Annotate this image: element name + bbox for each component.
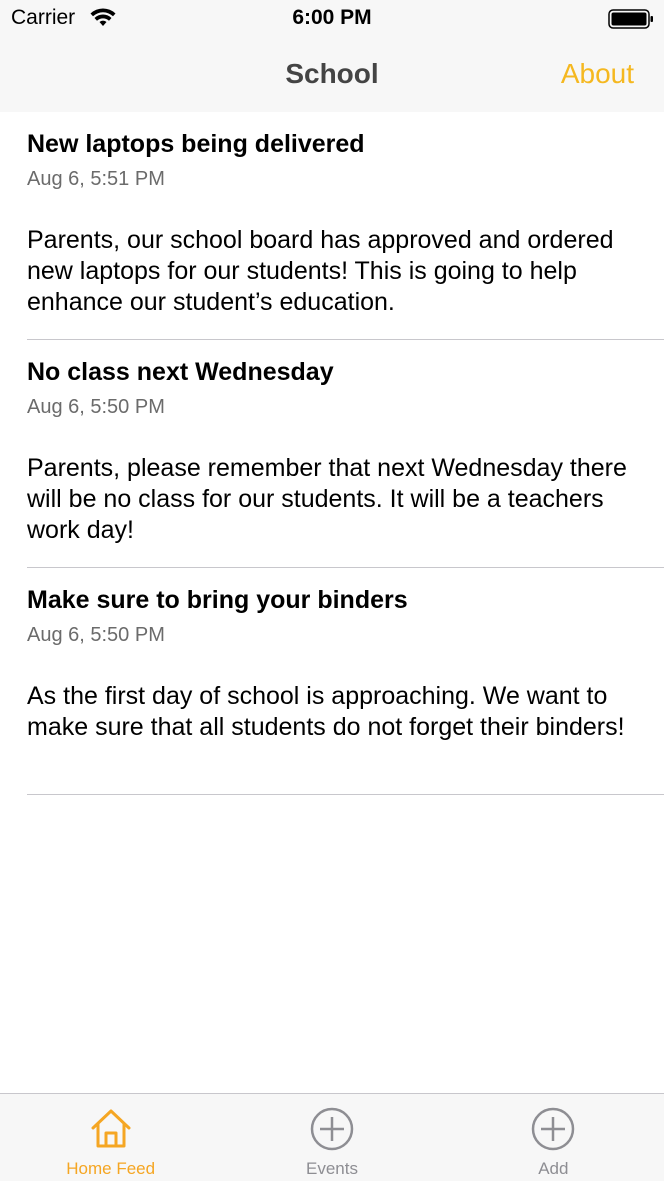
tab-events[interactable]: Events xyxy=(221,1094,442,1181)
tab-label: Events xyxy=(306,1159,358,1178)
plus-circle-icon xyxy=(310,1107,354,1151)
tab-label: Add xyxy=(538,1159,569,1178)
post-title: Make sure to bring your binders xyxy=(27,586,408,614)
tab-home-feed[interactable]: Home Feed xyxy=(0,1094,221,1181)
tab-bar: Home Feed Events Add xyxy=(0,1093,664,1181)
app-screen: Carrier 6:00 PM School About New laptops… xyxy=(0,0,664,1181)
about-button[interactable]: About xyxy=(561,58,634,90)
post-date: Aug 6, 5:50 PM xyxy=(27,624,165,646)
post-body: Parents, please remember that next Wedne… xyxy=(27,454,627,544)
feed-post[interactable]: New laptops being delivered Aug 6, 5:51 … xyxy=(27,112,664,340)
post-date: Aug 6, 5:50 PM xyxy=(27,396,165,418)
feed-post[interactable]: Make sure to bring your binders Aug 6, 5… xyxy=(27,568,664,795)
post-date: Aug 6, 5:51 PM xyxy=(27,168,165,190)
feed-post[interactable]: No class next Wednesday Aug 6, 5:50 PM P… xyxy=(27,340,664,568)
clock: 6:00 PM xyxy=(292,6,372,29)
post-body: As the first day of school is approachin… xyxy=(27,682,625,741)
tab-label: Home Feed xyxy=(66,1159,156,1178)
home-icon xyxy=(91,1109,131,1148)
status-bar: Carrier 6:00 PM xyxy=(0,0,664,36)
post-title: No class next Wednesday xyxy=(27,358,334,386)
news-feed: New laptops being delivered Aug 6, 5:51 … xyxy=(0,112,664,795)
plus-circle-icon xyxy=(532,1107,575,1151)
post-body: Parents, our school board has approved a… xyxy=(27,226,614,316)
post-title: New laptops being delivered xyxy=(27,130,365,158)
tab-add[interactable]: Add xyxy=(443,1094,664,1181)
navigation-bar: School About xyxy=(0,36,664,112)
battery-icon xyxy=(608,9,653,29)
